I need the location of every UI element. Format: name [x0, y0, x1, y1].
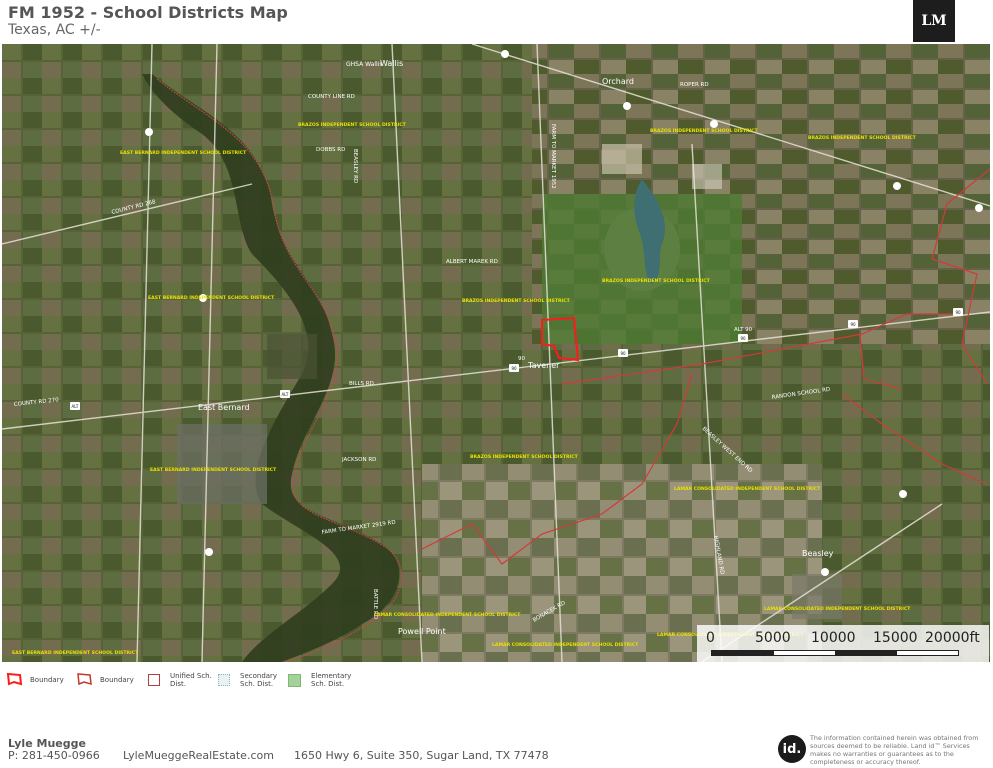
town-label: Beasley — [802, 549, 834, 558]
school-district-label: BRAZOS INDEPENDENT SCHOOL DISTRICT — [808, 135, 917, 141]
agent-address: 1650 Hwy 6, Suite 350, Sugar Land, TX 77… — [294, 749, 549, 762]
secondary-district-swatch — [218, 674, 230, 686]
school-district-label: BRAZOS INDEPENDENT SCHOOL DISTRICT — [298, 122, 407, 128]
road-label: JACKSON RD — [341, 457, 376, 463]
road-label: COUNTY LINE RD — [308, 94, 355, 100]
school-district-label: EAST BERNARD INDEPENDENT SCHOOL DISTRICT — [148, 295, 275, 301]
scale-tick: 15000 — [873, 630, 918, 646]
school-district-label: LAMAR CONSOLIDATED INDEPENDENT SCHOOL DI… — [764, 606, 911, 612]
elementary-district-swatch — [288, 674, 301, 687]
road-label: BEASLEY RD — [352, 149, 358, 183]
scale-tick: 0 — [706, 630, 715, 646]
agent-website-link[interactable]: LyleMueggeRealEstate.com — [123, 749, 274, 762]
agent-info: Lyle Muegge P: 281-450-0966 LyleMueggeRe… — [8, 737, 549, 762]
school-district-label: BRAZOS INDEPENDENT SCHOOL DISTRICT — [470, 454, 579, 460]
legend-item: Secondary Sch. Dist. — [218, 672, 292, 688]
road-label: 90 — [518, 356, 525, 362]
agent-phone: P: 281-450-0966 — [8, 749, 100, 762]
legend-item: Boundary — [6, 672, 64, 686]
school-district-label: EAST BERNARD INDEPENDENT SCHOOL DISTRICT — [12, 650, 139, 656]
disclaimer-text: The information contained herein was obt… — [810, 734, 979, 766]
town-label: East Bernard — [198, 403, 250, 412]
svg-text:ALT: ALT — [72, 404, 79, 409]
brand-logo: LM — [913, 0, 955, 42]
svg-text:90: 90 — [956, 310, 962, 315]
town-label: Tavener — [527, 361, 560, 370]
road-label: FARM TO MARKET 1952 — [550, 124, 556, 189]
road-label: ALBERT MAREK RD — [446, 259, 498, 265]
svg-text:90: 90 — [851, 322, 857, 327]
scale-bar-graphic — [711, 650, 959, 656]
road-label: ALT 90 — [734, 327, 753, 333]
school-district-label: EAST BERNARD INDEPENDENT SCHOOL DISTRICT — [120, 150, 247, 156]
legend-item: Elementary Sch. Dist. — [288, 672, 363, 688]
legend-label: Elementary Sch. Dist. — [311, 672, 352, 688]
school-district-label: BRAZOS INDEPENDENT SCHOOL DISTRICT — [462, 298, 571, 304]
unified-district-swatch — [148, 674, 160, 686]
school-district-label: LAMAR CONSOLIDATED INDEPENDENT SCHOOL DI… — [374, 612, 521, 618]
district-boundary-icon — [77, 673, 92, 686]
legend-item: Boundary — [76, 672, 134, 686]
scale-tick: 20000ft — [925, 630, 980, 646]
scale-tick: 5000 — [755, 630, 791, 646]
town-label: Wallis — [380, 59, 403, 68]
svg-text:90: 90 — [621, 351, 627, 356]
legend-item: Unified Sch. Dist. — [148, 672, 214, 688]
satellite-map[interactable]: ALT ALT 90 90 90 90 90 COUNTY LINE RD FA… — [2, 44, 990, 662]
legend-label: Boundary — [100, 676, 134, 684]
map-canvas: ALT ALT 90 90 90 90 90 COUNTY LINE RD FA… — [2, 44, 990, 662]
scale-bar: 0 5000 10000 15000 20000ft — [697, 625, 989, 662]
road-label: DOBBS RD — [316, 147, 345, 153]
svg-text:90: 90 — [512, 366, 518, 371]
legend-label: Secondary Sch. Dist. — [240, 672, 278, 688]
map-subtitle: Texas, AC +/- — [8, 22, 101, 38]
subject-boundary-icon — [6, 672, 23, 686]
svg-text:90: 90 — [741, 336, 747, 341]
road-label: BILLS RD — [349, 381, 374, 387]
legend-label: Boundary — [30, 676, 64, 684]
school-district-label: BRAZOS INDEPENDENT SCHOOL DISTRICT — [602, 278, 711, 284]
school-district-label: BRAZOS INDEPENDENT SCHOOL DISTRICT — [650, 128, 759, 134]
town-label: GHSA Wallis — [346, 61, 382, 68]
scale-tick: 10000 — [811, 630, 856, 646]
school-district-label: LAMAR CONSOLIDATED INDEPENDENT SCHOOL DI… — [492, 642, 639, 648]
svg-text:ALT: ALT — [282, 392, 289, 397]
school-district-label: LAMAR CONSOLIDATED INDEPENDENT SCHOOL DI… — [674, 486, 821, 492]
road-label: ROPER RD — [680, 82, 709, 88]
map-title: FM 1952 - School Districts Map — [8, 3, 288, 22]
map-legend: Boundary Boundary Unified Sch. Dist. Sec… — [6, 672, 406, 694]
town-label: Powell Point — [398, 627, 446, 636]
town-label: Orchard — [602, 77, 634, 86]
legend-label: Unified Sch. Dist. — [170, 672, 212, 688]
school-district-label: EAST BERNARD INDEPENDENT SCHOOL DISTRICT — [150, 467, 277, 473]
land-id-logo: id. — [778, 735, 806, 763]
